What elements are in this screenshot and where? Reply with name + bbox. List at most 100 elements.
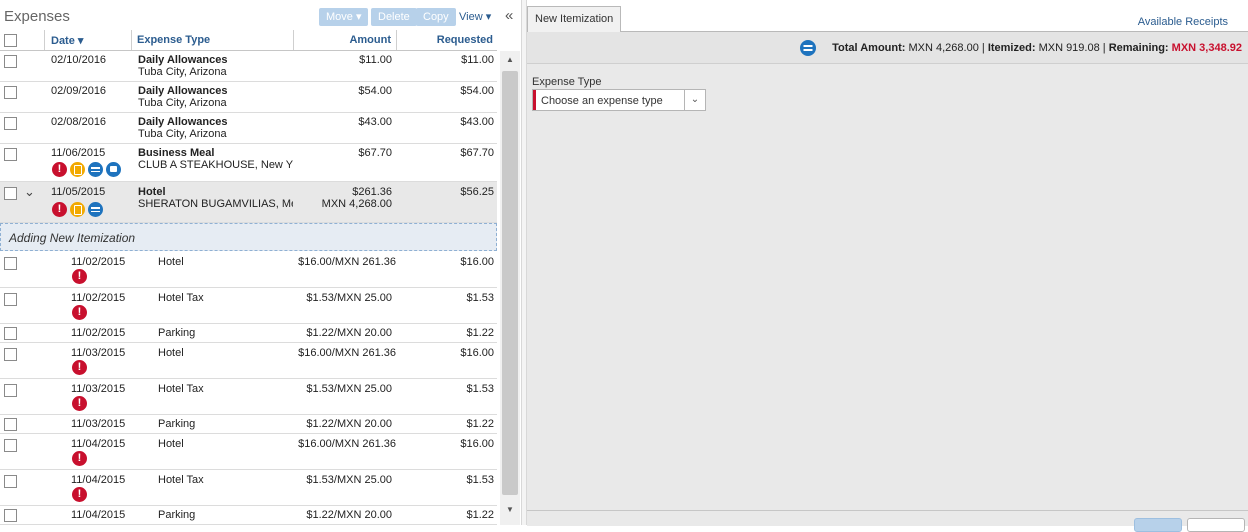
itemization-row[interactable]: 11/02/2015 ! Hotel Tax $1.53/MXN 25.00 $… bbox=[0, 288, 497, 324]
itemization-row[interactable]: 11/03/2015 Parking $1.22/MXN 20.00 $1.22 bbox=[0, 415, 497, 434]
itemization-amount: $16.00/MXN 261.36 bbox=[298, 347, 396, 359]
expense-row[interactable]: 02/09/2016 Daily Allowances Tuba City, A… bbox=[0, 82, 497, 113]
expense-row[interactable]: 02/10/2016 Daily Allowances Tuba City, A… bbox=[0, 51, 497, 82]
row-checkbox[interactable] bbox=[4, 348, 17, 361]
itemization-type: Parking bbox=[158, 509, 196, 521]
itemization-amount: $1.53/MXN 25.00 bbox=[306, 292, 392, 304]
itemized-icon bbox=[800, 40, 816, 56]
vertical-scrollbar[interactable]: ▲ ▼ bbox=[500, 51, 520, 525]
collapse-pane-icon[interactable]: « bbox=[505, 7, 513, 24]
exception-error-icon[interactable]: ! bbox=[72, 451, 87, 466]
expense-date: 11/05/2015 bbox=[51, 186, 106, 198]
scroll-down-icon[interactable]: ▼ bbox=[506, 505, 514, 514]
itemization-row[interactable]: 11/03/2015 ! Hotel Tax $1.53/MXN 25.00 $… bbox=[0, 379, 497, 415]
row-checkbox[interactable] bbox=[4, 117, 17, 130]
expense-row[interactable]: 11/06/2015 ! Business Meal CLUB A STEAKH… bbox=[0, 144, 497, 182]
comment-icon[interactable] bbox=[106, 162, 121, 177]
itemization-amount: $1.53/MXN 25.00 bbox=[306, 383, 392, 395]
itemization-row[interactable]: 11/04/2015 ! Hotel Tax $1.53/MXN 25.00 $… bbox=[0, 470, 497, 506]
itemization-row[interactable]: 11/02/2015 ! Hotel $16.00/MXN 261.36 $16… bbox=[0, 252, 497, 288]
row-checkbox[interactable] bbox=[4, 86, 17, 99]
itemization-row[interactable]: 11/04/2015 Parking $1.22/MXN 20.00 $1.22 bbox=[0, 506, 497, 525]
view-menu-button[interactable]: View ▾ bbox=[459, 10, 491, 23]
expense-date: 02/10/2016 bbox=[51, 54, 107, 66]
itemization-requested: $1.22 bbox=[466, 509, 494, 521]
exception-error-icon[interactable]: ! bbox=[72, 487, 87, 502]
tab-new-itemization[interactable]: New Itemization bbox=[527, 6, 622, 32]
itemization-date: 11/04/2015 bbox=[71, 509, 126, 521]
expense-amount: $11.00 bbox=[359, 54, 392, 66]
exception-error-icon[interactable]: ! bbox=[72, 360, 87, 375]
row-checkbox[interactable] bbox=[4, 187, 17, 200]
itemized-icon[interactable] bbox=[88, 162, 103, 177]
itemized-icon[interactable] bbox=[88, 202, 103, 217]
expense-type: Hotel bbox=[138, 186, 166, 198]
column-requested[interactable]: Requested bbox=[400, 34, 493, 46]
itemization-tabbar: New Itemization Available Receipts bbox=[527, 0, 1248, 32]
itemization-date: 11/02/2015 bbox=[71, 327, 126, 339]
column-divider bbox=[396, 30, 397, 50]
expense-location: CLUB A STEAKHOUSE, New Y bbox=[138, 159, 293, 171]
row-checkbox[interactable] bbox=[4, 293, 17, 306]
itemization-amount: $1.22/MXN 20.00 bbox=[306, 327, 392, 339]
expense-location: Tuba City, Arizona bbox=[138, 97, 227, 109]
row-checkbox[interactable] bbox=[4, 439, 17, 452]
itemization-row[interactable]: 11/04/2015 ! Hotel $16.00/MXN 261.36 $16… bbox=[0, 434, 497, 470]
expense-location: Tuba City, Arizona bbox=[138, 66, 227, 78]
save-button[interactable] bbox=[1134, 518, 1182, 532]
row-checkbox[interactable] bbox=[4, 475, 17, 488]
row-checkbox[interactable] bbox=[4, 384, 17, 397]
expense-requested: $54.00 bbox=[460, 85, 494, 97]
select-all-checkbox[interactable] bbox=[4, 34, 17, 47]
itemized-label: Itemized: bbox=[987, 42, 1036, 54]
receipt-icon[interactable] bbox=[70, 202, 85, 217]
expense-amount: $43.00 bbox=[358, 116, 392, 128]
scrollbar-thumb[interactable] bbox=[502, 71, 518, 495]
available-receipts-link[interactable]: Available Receipts bbox=[1138, 16, 1228, 28]
column-expense-type[interactable]: Expense Type bbox=[137, 34, 210, 46]
exception-error-icon[interactable]: ! bbox=[72, 305, 87, 320]
expense-row-selected[interactable]: ⌄ 11/05/2015 ! Hotel SHERATON BUGAMVILIA… bbox=[0, 182, 497, 223]
copy-button[interactable]: Copy bbox=[416, 8, 456, 26]
itemization-amount: $16.00/MXN 261.36 bbox=[298, 438, 396, 450]
itemization-row[interactable]: 11/03/2015 ! Hotel $16.00/MXN 261.36 $16… bbox=[0, 343, 497, 379]
column-date[interactable]: Date ▾ bbox=[51, 34, 83, 47]
move-button[interactable]: Move ▾ bbox=[319, 8, 369, 26]
exception-error-icon[interactable]: ! bbox=[52, 162, 67, 177]
receipt-icon[interactable] bbox=[70, 162, 85, 177]
itemization-type: Hotel bbox=[158, 438, 184, 450]
row-checkbox[interactable] bbox=[4, 148, 17, 161]
itemization-requested: $1.53 bbox=[466, 474, 494, 486]
column-divider bbox=[131, 30, 132, 50]
expense-row[interactable]: 02/08/2016 Daily Allowances Tuba City, A… bbox=[0, 113, 497, 144]
itemization-date: 11/03/2015 bbox=[71, 383, 126, 395]
exception-error-icon[interactable]: ! bbox=[72, 396, 87, 411]
itemization-row[interactable]: 11/02/2015 Parking $1.22/MXN 20.00 $1.22 bbox=[0, 324, 497, 343]
pane-title: Expenses bbox=[4, 8, 70, 25]
expense-date: 11/06/2015 bbox=[51, 147, 106, 159]
expense-type-select[interactable]: Choose an expense type ⌄ bbox=[532, 89, 706, 111]
row-checkbox[interactable] bbox=[4, 327, 17, 340]
expense-requested: $43.00 bbox=[460, 116, 494, 128]
expense-date: 02/09/2016 bbox=[51, 85, 107, 97]
itemization-requested: $1.53 bbox=[466, 383, 494, 395]
exception-error-icon[interactable]: ! bbox=[52, 202, 67, 217]
chevron-down-icon[interactable]: ⌄ bbox=[684, 90, 705, 110]
remaining-value: MXN 3,348.92 bbox=[1171, 42, 1242, 54]
delete-button[interactable]: Delete bbox=[371, 8, 417, 26]
itemization-amount: $16.00/MXN 261.36 bbox=[298, 256, 396, 268]
cancel-button[interactable] bbox=[1187, 518, 1245, 532]
itemization-type: Hotel bbox=[158, 256, 184, 268]
exception-error-icon[interactable]: ! bbox=[72, 269, 87, 284]
row-checkbox[interactable] bbox=[4, 418, 17, 431]
expense-location: Tuba City, Arizona bbox=[138, 128, 227, 140]
row-checkbox[interactable] bbox=[4, 257, 17, 270]
itemized-value: MXN 919.08 bbox=[1038, 42, 1100, 54]
scroll-up-icon[interactable]: ▲ bbox=[506, 55, 514, 64]
row-checkbox[interactable] bbox=[4, 509, 17, 522]
column-amount[interactable]: Amount bbox=[300, 34, 391, 46]
row-checkbox[interactable] bbox=[4, 55, 17, 68]
expenses-pane: Expenses Move ▾ Delete Copy View ▾ « Dat… bbox=[0, 0, 521, 525]
chevron-down-icon[interactable]: ⌄ bbox=[24, 184, 35, 200]
expense-type-select-value: Choose an expense type bbox=[541, 95, 663, 107]
